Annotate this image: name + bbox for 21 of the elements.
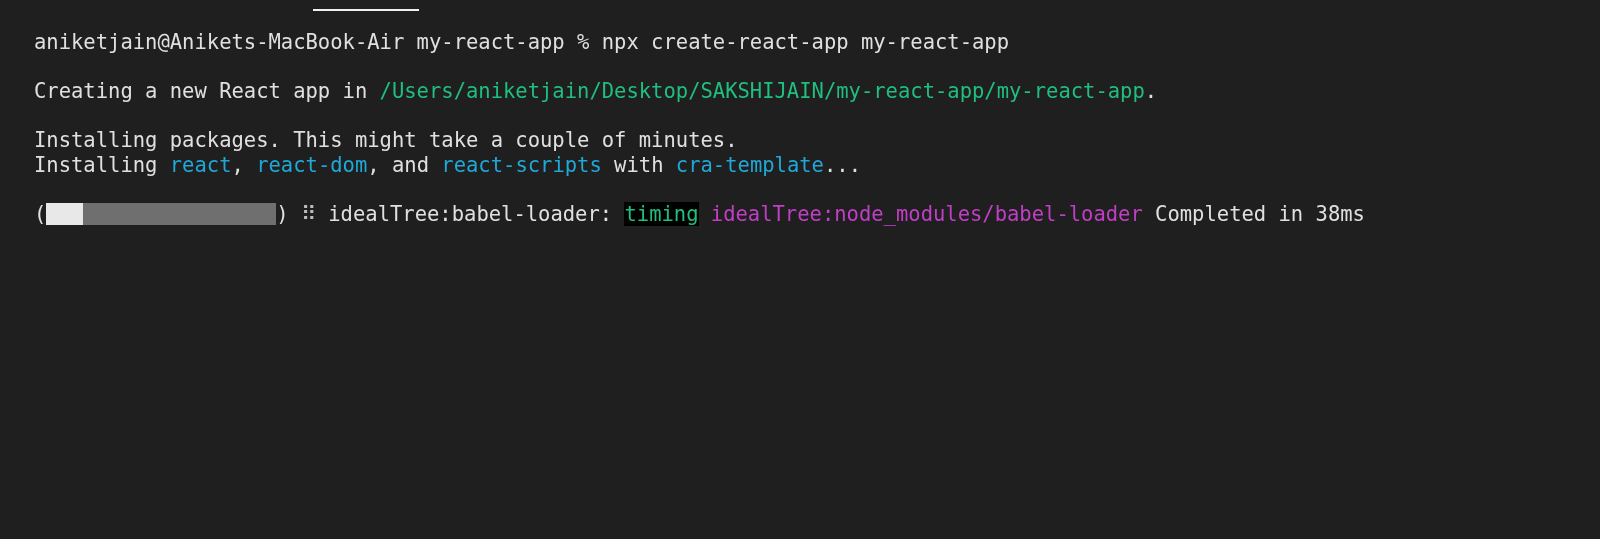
terminal-text: Creating a new React app in [34, 79, 369, 104]
package-name: cra-template [675, 152, 824, 177]
terminal-text: with [613, 152, 665, 177]
terminal-text: Installing [34, 152, 159, 177]
terminal-text: aniketjain@Anikets-MacBook-Air my-react-app % npx create-react-app my-react-app [34, 30, 1010, 55]
spinner-glyph: ⠿ [301, 201, 316, 226]
terminal-text: ) [276, 201, 289, 226]
module-path: idealTree:node_modules/babel-loader [710, 201, 1143, 226]
file-path: /Users/aniketjain/Desktop/SAKSHIJAIN/my-react-app/my-react-app [379, 79, 1145, 104]
package-name: react [169, 152, 232, 177]
terminal-text: Installing packages. This might take a couple of minutes. [34, 128, 738, 153]
terminal-text: , [231, 152, 245, 177]
terminal-text: ... [823, 152, 861, 177]
status-badge: timing [624, 201, 699, 226]
package-name: react-dom [256, 152, 368, 177]
terminal-text: , and [367, 152, 430, 177]
terminal-text: Completed in 38ms [1155, 201, 1365, 226]
terminal-text: idealTree:babel-loader: [328, 201, 613, 226]
terminal-text: ( [34, 201, 47, 226]
terminal-text: . [1144, 79, 1158, 104]
package-name: react-scripts [441, 152, 602, 177]
